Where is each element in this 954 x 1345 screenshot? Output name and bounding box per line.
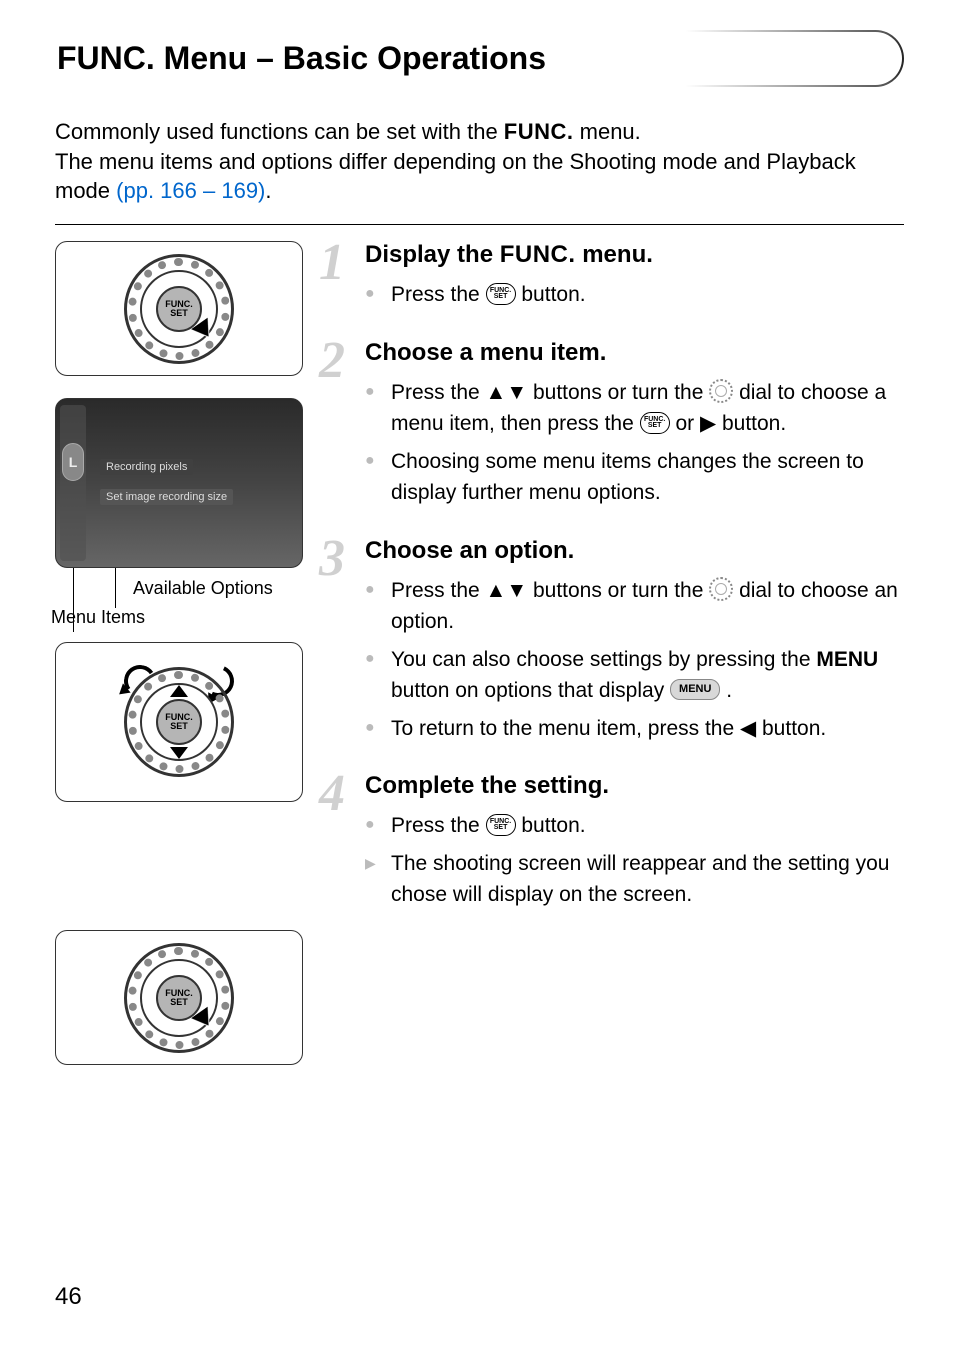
right-column: 1Display the FUNC. menu.Press the FUNC.S… (333, 241, 904, 1075)
illustration-step2-wrap: L Recording pixels Set image recording s… (55, 398, 313, 568)
step-bullets: Press the FUNC.SET button. (365, 279, 904, 311)
direction-glyph: ▲▼ (486, 381, 528, 404)
step-title: Choose an option. (365, 537, 904, 565)
lcd-menu-title: Recording pixels (100, 459, 193, 475)
direction-glyph: ▶ (700, 412, 716, 435)
step: 4Complete the setting.Press the FUNC.SET… (333, 772, 904, 917)
step-bullet: You can also choose settings by pressing… (365, 644, 904, 707)
funcset-label: SET (170, 722, 188, 731)
funcset-label: SET (170, 998, 188, 1007)
step-bullet: To return to the menu item, press the ◀ … (365, 713, 904, 745)
funcset-icon: FUNC.SET (640, 412, 670, 434)
content-area: FUNC.SET L Recording pixels Set image re… (55, 241, 904, 1075)
illustration-step3: FUNC.SET (55, 642, 303, 802)
control-wheel-icon: FUNC.SET (124, 254, 234, 364)
intro-text: Commonly used functions can be set with … (55, 119, 504, 144)
illustration-step2-lcd: L Recording pixels Set image recording s… (55, 398, 303, 568)
page-number: 46 (55, 1283, 82, 1311)
step-bullets: Press the ▲▼ buttons or turn the dial to… (365, 377, 904, 509)
section-header: FUNC. Menu – Basic Operations (30, 30, 904, 87)
step-number: 4 (319, 772, 359, 917)
step-bullet: Choosing some menu items changes the scr… (365, 446, 904, 509)
step-bullets: Press the ▲▼ buttons or turn the dial to… (365, 575, 904, 745)
direction-glyph: ▲▼ (486, 579, 528, 602)
step-title: Display the FUNC. menu. (365, 241, 904, 269)
control-dial-icon (709, 577, 733, 601)
control-wheel-icon: FUNC.SET (124, 667, 234, 777)
step-number: 2 (319, 339, 359, 515)
intro-text: . (265, 178, 271, 203)
step-bullet: Press the FUNC.SET button. (365, 279, 904, 311)
step-bullet: Press the ▲▼ buttons or turn the dial to… (365, 377, 904, 440)
separator (55, 224, 904, 225)
lcd-size-badge: L (62, 443, 84, 481)
intro-text: menu. (574, 119, 641, 144)
menu-label: MENU (816, 648, 878, 671)
lcd-menu-desc: Set image recording size (100, 489, 233, 505)
caption-available-options: Available Options (133, 578, 313, 599)
funcset-icon: FUNC.SET (486, 814, 516, 836)
step-title: Complete the setting. (365, 772, 904, 800)
step-number: 3 (319, 537, 359, 751)
step: 3Choose an option.Press the ▲▼ buttons o… (333, 537, 904, 751)
step-bullet: Press the ▲▼ buttons or turn the dial to… (365, 575, 904, 638)
direction-glyph: ◀ (740, 717, 756, 740)
step-title: Choose a menu item. (365, 339, 904, 367)
illustration-step1: FUNC.SET (55, 241, 303, 376)
menu-badge-icon: MENU (670, 679, 720, 700)
intro-paragraph: Commonly used functions can be set with … (55, 117, 904, 206)
step-bullet: Press the FUNC.SET button. (365, 810, 904, 842)
control-wheel-icon: FUNC.SET (124, 943, 234, 1053)
step-bullets: Press the FUNC.SET button. The shooting s… (365, 810, 904, 911)
step: 2Choose a menu item.Press the ▲▼ buttons… (333, 339, 904, 515)
section-title: FUNC. Menu – Basic Operations (57, 40, 882, 77)
step: 1Display the FUNC. menu.Press the FUNC.S… (333, 241, 904, 317)
step-bullet: The shooting screen will reappear and th… (365, 848, 904, 911)
left-column: FUNC.SET L Recording pixels Set image re… (55, 241, 313, 1075)
step-number: 1 (319, 241, 359, 317)
illustration-step4: FUNC.SET (55, 930, 303, 1065)
page-ref-link[interactable]: (pp. 166 – 169) (116, 178, 265, 203)
funcset-icon: FUNC.SET (486, 283, 516, 305)
funcset-label: SET (170, 309, 188, 318)
caption-menu-items: Menu Items (51, 607, 313, 628)
control-dial-icon (709, 379, 733, 403)
func-label: FUNC. (504, 119, 574, 144)
